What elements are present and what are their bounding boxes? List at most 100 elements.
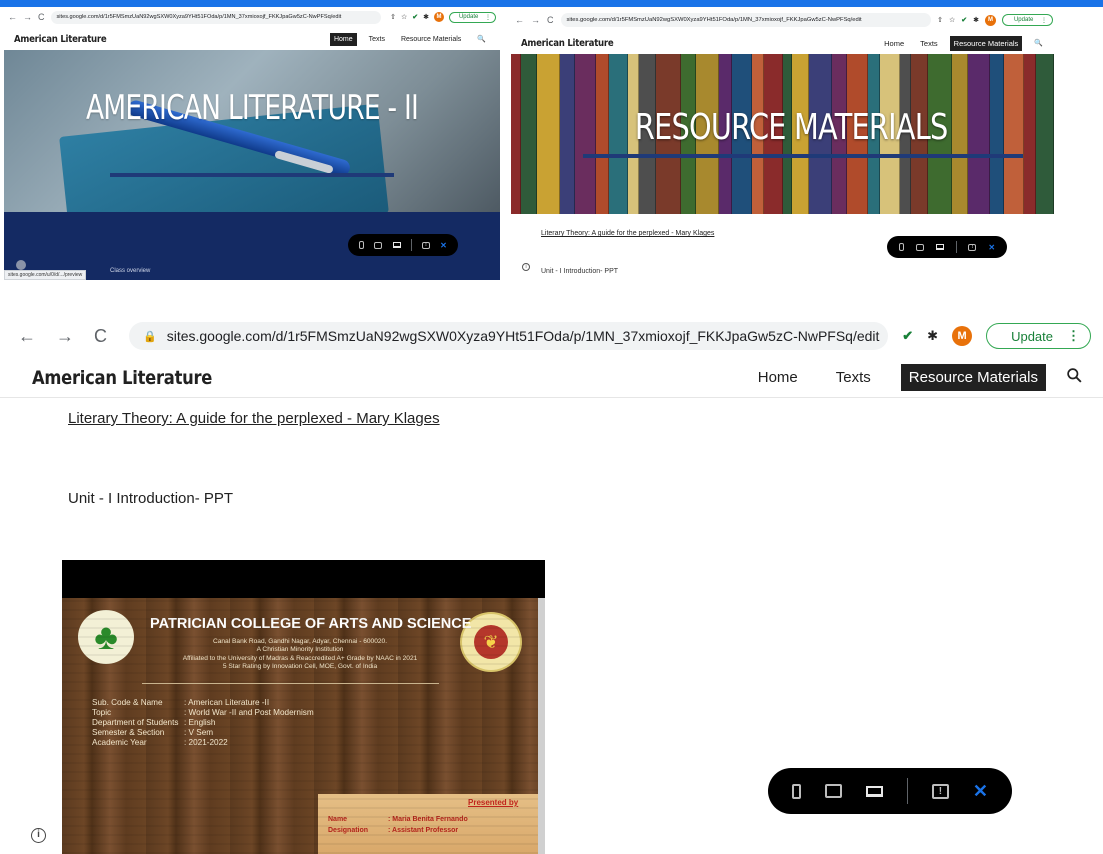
nav-texts[interactable]: Texts <box>365 33 389 46</box>
tablet-view-icon[interactable] <box>915 243 924 251</box>
nav-home[interactable]: Home <box>750 364 806 391</box>
puzzle-icon[interactable]: ✱ <box>423 13 429 21</box>
update-button[interactable]: Update ⋮ <box>1001 14 1053 26</box>
avatar[interactable]: M <box>984 14 996 26</box>
browser-nav: ← → C <box>8 12 51 22</box>
tablet-view-icon[interactable] <box>824 784 842 798</box>
embedded-slide-viewer[interactable]: ♣ ❦ PATRICIAN COLLEGE OF ARTS AND SCIENC… <box>62 560 545 854</box>
nav-resource-materials[interactable]: Resource Materials <box>949 35 1023 51</box>
detail-key: Department of Students <box>92 718 179 727</box>
laptop-view-icon[interactable] <box>865 785 883 797</box>
detail-key: Sub. Code & Name <box>92 698 163 707</box>
search-icon[interactable]: 🔍 <box>1030 36 1047 50</box>
avatar[interactable]: M <box>433 12 444 22</box>
status-bar-url: sites.google.com/u/0/d/.../preview <box>4 270 87 280</box>
preview-toolbar: ! ✕ <box>768 768 1012 814</box>
hero-banner: AMERICAN LITERATURE - II <box>4 50 500 212</box>
reload-icon[interactable]: C <box>38 12 45 22</box>
detail-value: : 2021-2022 <box>184 738 228 747</box>
nav-resource-materials[interactable]: Resource Materials <box>900 364 1046 391</box>
update-label: Update <box>458 14 479 20</box>
reload-icon[interactable]: C <box>547 15 554 25</box>
menu-dots-icon: ⋮ <box>1041 17 1047 24</box>
check-icon[interactable]: ✔ <box>961 16 967 24</box>
close-icon[interactable]: ✕ <box>988 243 995 252</box>
back-arrow-icon[interactable]: ← <box>515 15 524 25</box>
laptop-view-icon[interactable] <box>392 242 401 248</box>
update-label: Update <box>1011 328 1053 344</box>
book-spine <box>560 54 575 214</box>
site-nav: Home Texts Resource Materials 🔍 <box>872 35 1047 51</box>
share-icon[interactable]: ⇧ <box>937 16 943 24</box>
literary-theory-link[interactable]: Literary Theory: A guide for the perplex… <box>68 410 440 427</box>
screenshot-panel-resources: ← → C sites.google.com/d/1r5FMSmzUaN92wg… <box>511 8 1057 284</box>
forward-arrow-icon[interactable]: → <box>23 12 32 22</box>
browser-toolbar: ← → C sites.google.com/d/1r5FMSmzUaN92wg… <box>4 8 500 26</box>
update-button[interactable]: Update ⋮ <box>986 323 1091 349</box>
address-bar[interactable]: sites.google.com/d/1r5FMSmzUaN92wgSXW0Xy… <box>50 10 381 24</box>
lock-icon[interactable]: 🔒 <box>143 330 157 343</box>
search-icon[interactable]: 🔍 <box>473 32 490 46</box>
hero-underline <box>110 173 394 177</box>
phone-view-icon[interactable] <box>791 783 801 799</box>
nav-texts[interactable]: Texts <box>916 36 942 51</box>
nav-home[interactable]: Home <box>880 36 908 51</box>
site-brand[interactable]: American Literature <box>521 38 614 49</box>
address-bar[interactable]: 🔒 sites.google.com/d/1r5FMSmzUaN92wgSXW0… <box>129 322 889 350</box>
feedback-icon[interactable]: ! <box>968 243 977 251</box>
detail-value: : World War -II and Post Modernism <box>184 708 314 717</box>
puzzle-icon[interactable]: ✱ <box>973 16 979 24</box>
star-icon[interactable]: ☆ <box>949 16 955 24</box>
screenshot-panel-home: ← → C sites.google.com/d/1r5FMSmzUaN92wg… <box>4 8 500 280</box>
address-bar[interactable]: sites.google.com/d/1r5FMSmzUaN92wgSXW0Xy… <box>560 13 932 27</box>
nav-home[interactable]: Home <box>329 32 357 46</box>
detail-row: Topic: World War -II and Post Modernism <box>92 708 314 718</box>
info-icon[interactable]: i <box>522 263 530 271</box>
tablet-view-icon[interactable] <box>374 241 383 249</box>
course-details: Sub. Code & Name: American Literature -I… <box>92 698 314 748</box>
detail-row: Sub. Code & Name: American Literature -I… <box>92 698 314 708</box>
info-button[interactable] <box>16 260 26 270</box>
book-spine <box>1023 54 1036 214</box>
detail-key: Academic Year <box>92 738 147 747</box>
close-icon[interactable]: ✕ <box>440 241 447 250</box>
reload-icon[interactable]: C <box>94 326 107 347</box>
laptop-view-icon[interactable] <box>935 244 944 250</box>
check-icon[interactable]: ✔ <box>902 328 913 344</box>
star-icon[interactable]: ☆ <box>401 13 407 21</box>
phone-view-icon[interactable] <box>359 241 365 249</box>
update-button[interactable]: Update ⋮ <box>448 11 496 23</box>
slide-scrollbar[interactable] <box>538 598 545 854</box>
detail-row: Department of Students: English <box>92 718 314 728</box>
address-line: 5 Star Rating by Innovation Cell, MOE, G… <box>222 663 378 671</box>
site-brand[interactable]: American Literature <box>32 367 212 389</box>
close-icon[interactable]: ✕ <box>973 781 988 802</box>
url-text: sites.google.com/d/1r5FMSmzUaN92wgSXW0Xy… <box>166 328 880 344</box>
avatar[interactable]: M <box>952 326 973 346</box>
nav-texts[interactable]: Texts <box>828 364 879 391</box>
forward-arrow-icon[interactable]: → <box>56 326 74 347</box>
share-icon[interactable]: ⇧ <box>390 13 396 21</box>
site-brand[interactable]: American Literature <box>14 34 107 45</box>
college-address: Canal Bank Road, Gandhi Nagar, Adyar, Ch… <box>150 638 450 672</box>
detail-row: Academic Year : 2021-2022 <box>92 738 314 748</box>
literary-theory-link[interactable]: Literary Theory: A guide for the perplex… <box>541 230 714 237</box>
screenshot-panel-main: ← → C 🔒 sites.google.com/d/1r5FMSmzUaN92… <box>0 318 1103 854</box>
nav-resource-materials[interactable]: Resource Materials <box>397 33 465 46</box>
back-arrow-icon[interactable]: ← <box>18 326 36 347</box>
presenter-designation-row: Designation: Assistant Professor <box>328 827 458 834</box>
puzzle-icon[interactable]: ✱ <box>927 328 938 344</box>
feedback-icon[interactable]: ! <box>421 241 430 249</box>
info-icon[interactable]: i <box>31 828 46 843</box>
browser-actions: ⇧ ☆ ✔ ✱ M Update ⋮ <box>385 11 496 23</box>
feedback-icon[interactable]: ! <box>931 783 949 799</box>
phone-view-icon[interactable] <box>898 243 904 251</box>
presenter-name-row: Name: Maria Benita Fernando <box>328 816 468 823</box>
check-icon[interactable]: ✔ <box>412 13 418 21</box>
search-icon[interactable] <box>1058 362 1091 394</box>
forward-arrow-icon[interactable]: → <box>531 15 540 25</box>
back-arrow-icon[interactable]: ← <box>8 12 17 22</box>
browser-nav: ← → C <box>18 326 127 347</box>
browser-toolbar: ← → C 🔒 sites.google.com/d/1r5FMSmzUaN92… <box>0 318 1103 354</box>
toolbar-divider <box>906 778 908 804</box>
